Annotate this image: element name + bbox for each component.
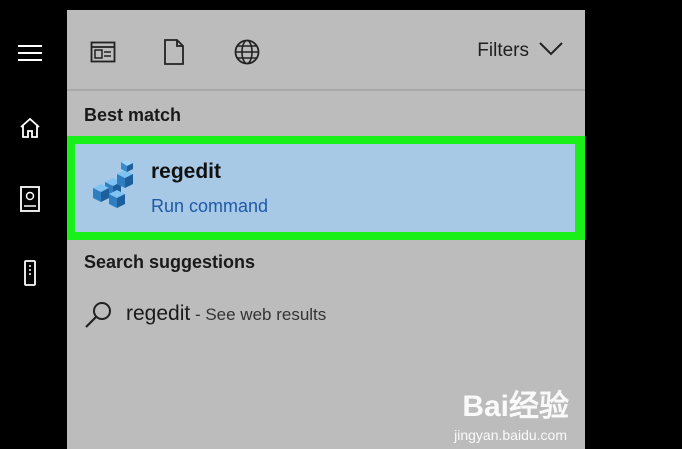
registry-cubes-icon [91, 160, 137, 210]
watermark-url: jingyan.baidu.com [454, 427, 567, 443]
best-match-heading: Best match [84, 105, 182, 125]
toolbar-divider [67, 89, 585, 91]
app-subtitle: Run command [151, 196, 269, 216]
best-match-highlight: regedit Run command [67, 136, 585, 240]
watermark-logo: Bai经验 [462, 390, 569, 423]
web-suggestion-item[interactable]: regedit - See web results [67, 296, 585, 336]
document-icon[interactable] [158, 36, 190, 68]
search-suggestions-heading: Search suggestions [84, 252, 256, 272]
web-globe-icon[interactable] [231, 36, 263, 68]
notebook-icon[interactable] [12, 181, 48, 217]
start-sidebar [0, 0, 60, 449]
apps-icon[interactable] [87, 36, 119, 68]
search-toolbar: Filters [67, 10, 585, 88]
hamburger-menu-icon[interactable] [12, 35, 48, 71]
baidu-watermark: Bai经验 jingyan.baidu.com [407, 381, 577, 443]
search-panel: Filters Best match regedit Run command S… [67, 10, 585, 449]
search-icon [83, 300, 113, 330]
app-name: regedit [151, 160, 222, 183]
filters-label: Filters [477, 40, 529, 61]
tower-device-icon[interactable] [12, 255, 48, 291]
chevron-down-icon [539, 40, 563, 62]
home-icon[interactable] [12, 110, 48, 146]
suggestion-suffix: - See web results [190, 305, 327, 324]
suggestion-text: regedit - See web results [126, 302, 326, 326]
filters-dropdown[interactable]: Filters [477, 40, 563, 62]
best-match-result[interactable]: regedit Run command [75, 144, 575, 232]
suggestion-query: regedit [126, 302, 191, 325]
